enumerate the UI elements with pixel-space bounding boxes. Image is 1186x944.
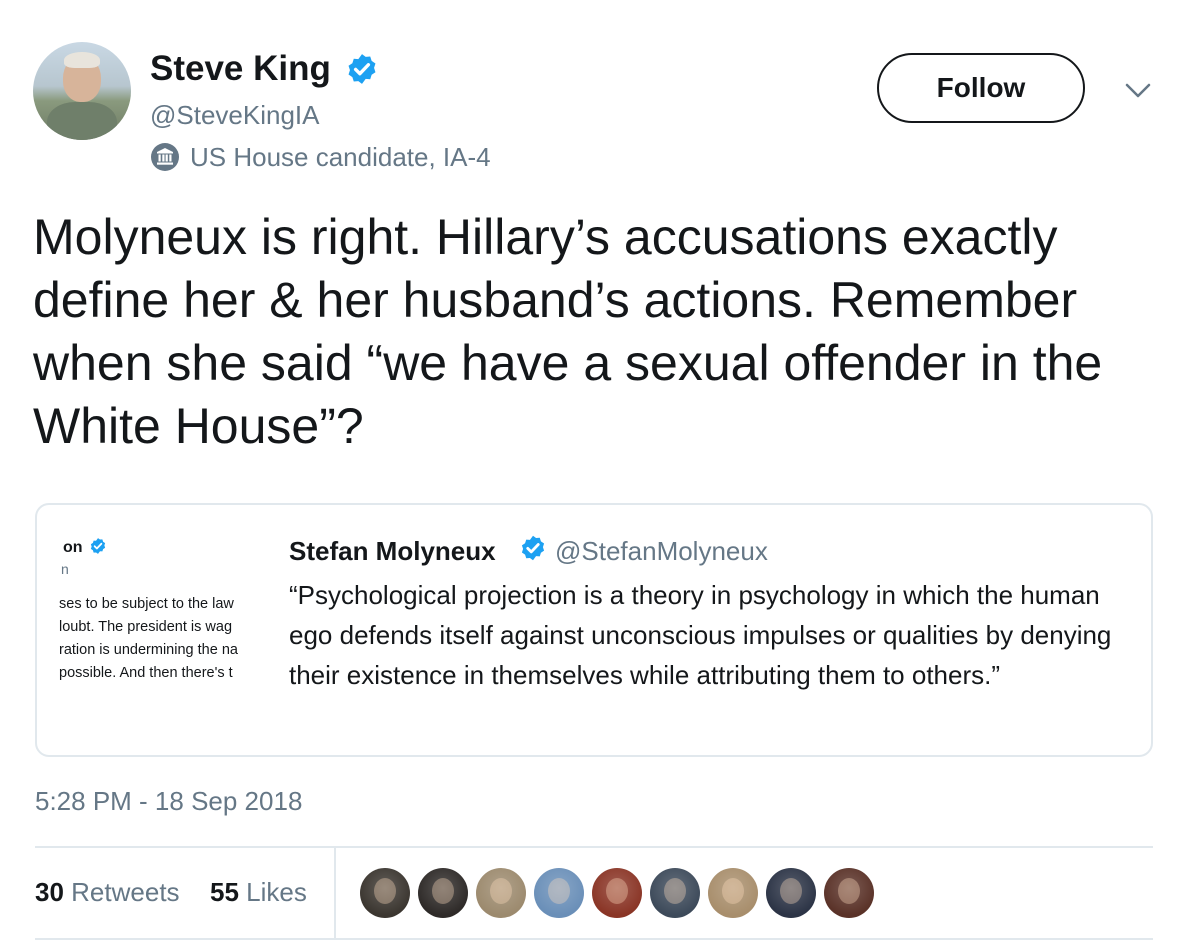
- thumbnail-line: possible. And then there's t: [59, 665, 233, 681]
- government-label: US House candidate, IA-4: [150, 140, 491, 174]
- thumbnail-verified-icon: [90, 538, 106, 554]
- thumbnail-name-fragment: on: [63, 539, 83, 556]
- crowd-avatar[interactable]: [650, 868, 700, 918]
- chevron-down-icon[interactable]: [1123, 80, 1153, 102]
- quoted-tweet-text: “Psychological projection is a theory in…: [289, 580, 1112, 690]
- quoted-tweet-card[interactable]: on n ses to be subject to the law loubt.…: [35, 503, 1153, 757]
- government-building-icon: [151, 143, 179, 171]
- thumbnail-text: ses to be subject to the law loubt. The …: [59, 593, 301, 685]
- retweets-count: 30: [35, 877, 64, 907]
- author-avatar[interactable]: [33, 42, 131, 140]
- raiders-logo-avatar[interactable]: [360, 868, 410, 918]
- author-handle[interactable]: @SteveKingIA: [150, 99, 319, 131]
- author-name[interactable]: Steve King: [150, 49, 331, 89]
- likes-stat[interactable]: 55 Likes: [210, 876, 307, 908]
- quoted-tweet-thumbnail: on n ses to be subject to the law loubt.…: [59, 533, 301, 733]
- family-avatar[interactable]: [708, 868, 758, 918]
- likes-count: 55: [210, 877, 239, 907]
- thumbnail-sub-fragment: n: [61, 561, 69, 577]
- quoted-verified-badge-icon: [521, 535, 545, 561]
- thumbnail-line: loubt. The president is wag: [59, 619, 233, 635]
- retweets-label: Retweets: [71, 877, 180, 907]
- stats-divider-bottom: [35, 938, 1153, 940]
- thumbnail-line: ration is undermining the na: [59, 642, 238, 658]
- couple-avatar[interactable]: [418, 868, 468, 918]
- tweet-text: Molyneux is right. Hillary’s accusations…: [33, 209, 1103, 454]
- verified-badge-icon: [348, 54, 376, 84]
- stats-divider-top: [35, 846, 1153, 848]
- likes-label: Likes: [246, 877, 307, 907]
- follow-button[interactable]: Follow: [877, 53, 1085, 123]
- flag-avatar[interactable]: [766, 868, 816, 918]
- group-photo-avatar[interactable]: [476, 868, 526, 918]
- retweets-stat[interactable]: 30 Retweets: [35, 876, 180, 908]
- tweet-timestamp[interactable]: 5:28 PM - 18 Sep 2018: [35, 786, 302, 817]
- stats-divider-vertical: [334, 848, 336, 938]
- thumbnail-line: ses to be subject to the law: [59, 596, 234, 612]
- dark-red-avatar[interactable]: [592, 868, 642, 918]
- man-in-suit-avatar[interactable]: [534, 868, 584, 918]
- liker-avatars: [360, 868, 882, 918]
- quoted-author-name[interactable]: Stefan Molyneux: [289, 535, 496, 567]
- woman-portrait-avatar[interactable]: [824, 868, 874, 918]
- government-label-text: US House candidate, IA-4: [190, 141, 491, 172]
- quoted-author-handle[interactable]: @StefanMolyneux: [555, 535, 768, 567]
